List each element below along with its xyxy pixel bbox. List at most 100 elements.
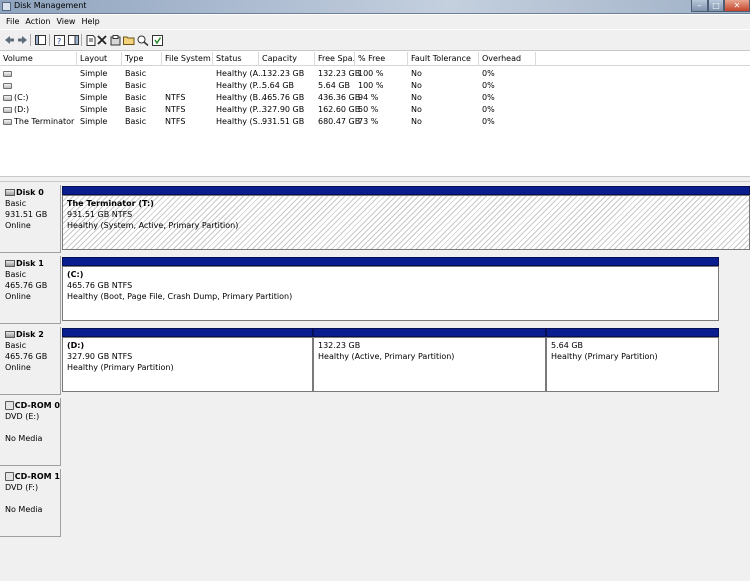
partition-name: (C:) xyxy=(67,270,84,279)
delete-icon[interactable] xyxy=(96,34,108,46)
partition[interactable]: The Terminator (T:) 931.51 GB NTFS Healt… xyxy=(62,186,750,250)
cell-volume: (D:) xyxy=(14,105,30,114)
disk-size: 465.76 GB xyxy=(5,352,48,361)
cell-capacity: 5.64 GB xyxy=(262,81,295,90)
back-icon[interactable] xyxy=(3,34,15,46)
disk-management-icon xyxy=(2,2,11,11)
table-row[interactable]: Simple Basic Healthy (P... 5.64 GB 5.64 … xyxy=(0,80,750,92)
help-icon[interactable]: ? xyxy=(53,34,65,46)
table-row[interactable]: The Terminator (T:) Simple Basic NTFS He… xyxy=(0,116,750,128)
minimize-button[interactable]: – xyxy=(691,0,708,12)
explore-icon[interactable] xyxy=(137,34,149,46)
column-header-overhead[interactable]: Overhead xyxy=(479,52,536,66)
cdrom-label[interactable]: CD-ROM 0 DVD (E:) No Media xyxy=(0,398,61,466)
cdrom-row: CD-ROM 0 DVD (E:) No Media xyxy=(0,398,750,466)
table-row[interactable]: (C:) Simple Basic NTFS Healthy (B... 465… xyxy=(0,92,750,104)
cell-status: Healthy (P... xyxy=(216,105,264,114)
column-header-type[interactable]: Type xyxy=(122,52,162,66)
cell-status: Healthy (B... xyxy=(216,93,266,102)
partition-size: 931.51 GB NTFS xyxy=(67,210,133,219)
settings-icon[interactable] xyxy=(109,34,121,46)
disk-name: Disk 2 xyxy=(16,330,44,339)
menu-file[interactable]: File xyxy=(3,15,22,29)
menu-view[interactable]: View xyxy=(53,15,78,29)
partition-status: Healthy (Active, Primary Partition) xyxy=(318,352,455,361)
partition[interactable]: 5.64 GB Healthy (Primary Partition) xyxy=(546,328,719,392)
column-header-capacity[interactable]: Capacity xyxy=(259,52,315,66)
cell-capacity: 327.90 GB xyxy=(262,105,305,114)
cell-capacity: 132.23 GB xyxy=(262,69,305,78)
cell-fault-tolerance: No xyxy=(411,93,422,102)
partition-header-bar xyxy=(546,328,719,337)
table-row[interactable]: (D:) Simple Basic NTFS Healthy (P... 327… xyxy=(0,104,750,116)
window-title: Disk Management xyxy=(14,1,87,10)
cell-layout: Simple xyxy=(80,93,108,102)
partition-header-bar xyxy=(313,328,546,337)
maximize-button[interactable]: □ xyxy=(708,0,724,12)
cell-file-system: NTFS xyxy=(165,117,186,126)
cell-capacity: 931.51 GB xyxy=(262,117,305,126)
cdrom-name: CD-ROM 1 xyxy=(14,472,60,481)
disk-type: Basic xyxy=(5,270,27,279)
show-hide-console-tree-icon[interactable] xyxy=(34,34,46,46)
cell-layout: Simple xyxy=(80,69,108,78)
cdrom-drive: DVD (E:) xyxy=(5,412,40,421)
cell-file-system: NTFS xyxy=(165,93,186,102)
cell-type: Basic xyxy=(125,69,147,78)
cell-overhead: 0% xyxy=(482,81,495,90)
menu-action[interactable]: Action xyxy=(22,15,53,29)
cell-free-space: 5.64 GB xyxy=(318,81,351,90)
disk-size: 931.51 GB xyxy=(5,210,48,219)
toolbar: ? xyxy=(0,30,750,51)
disk-name: Disk 1 xyxy=(16,259,44,268)
cdrom-drive: DVD (F:) xyxy=(5,483,39,492)
partition[interactable]: (C:) 465.76 GB NTFS Healthy (Boot, Page … xyxy=(62,257,719,321)
cell-percent-free: 100 % xyxy=(358,81,384,90)
column-header-status[interactable]: Status xyxy=(213,52,259,66)
cell-free-space: 436.36 GB xyxy=(318,93,361,102)
disk-view: Disk 0 Basic 931.51 GB Online The Termin… xyxy=(0,182,750,581)
cdrom-label[interactable]: CD-ROM 1 DVD (F:) No Media xyxy=(0,469,61,537)
cell-free-space: 132.23 GB xyxy=(318,69,361,78)
column-header-free-space[interactable]: Free Spa... xyxy=(315,52,355,66)
partition-box: The Terminator (T:) 931.51 GB NTFS Healt… xyxy=(62,195,750,250)
disk-label[interactable]: Disk 1 Basic 465.76 GB Online xyxy=(0,256,61,324)
cell-percent-free: 50 % xyxy=(358,105,379,114)
partition-size: 132.23 GB xyxy=(318,341,361,350)
cell-status: Healthy (P... xyxy=(216,81,264,90)
partition-status: Healthy (Primary Partition) xyxy=(551,352,658,361)
disk-size: 465.76 GB xyxy=(5,281,48,290)
column-header-percent-free[interactable]: % Free xyxy=(355,52,408,66)
disk-row: Disk 0 Basic 931.51 GB Online The Termin… xyxy=(0,185,750,253)
forward-icon[interactable] xyxy=(16,34,28,46)
menu-help[interactable]: Help xyxy=(78,15,102,29)
cell-percent-free: 73 % xyxy=(358,117,379,126)
volume-icon xyxy=(3,119,12,125)
cdrom-row: CD-ROM 1 DVD (F:) No Media xyxy=(0,469,750,537)
refresh-icon[interactable] xyxy=(151,34,163,46)
column-header-volume[interactable]: Volume xyxy=(0,52,77,66)
show-hide-action-pane-icon[interactable] xyxy=(67,34,79,46)
partition-header-bar xyxy=(62,257,719,266)
volume-icon xyxy=(3,107,12,113)
column-header-layout[interactable]: Layout xyxy=(77,52,122,66)
close-button[interactable]: ✕ xyxy=(724,0,750,12)
partition-box: 5.64 GB Healthy (Primary Partition) xyxy=(546,337,719,392)
toolbar-separator xyxy=(30,34,31,46)
partition[interactable]: (D:) 327.90 GB NTFS Healthy (Primary Par… xyxy=(62,328,313,392)
partition-box: (D:) 327.90 GB NTFS Healthy (Primary Par… xyxy=(62,337,313,392)
cell-layout: Simple xyxy=(80,105,108,114)
column-header-file-system[interactable]: File System xyxy=(162,52,213,66)
cell-capacity: 465.76 GB xyxy=(262,93,305,102)
disk-label[interactable]: Disk 0 Basic 931.51 GB Online xyxy=(0,185,61,253)
column-header-fault-tolerance[interactable]: Fault Tolerance xyxy=(408,52,479,66)
volume-list-header: Volume Layout Type File System Status Ca… xyxy=(0,52,750,66)
partition[interactable]: 132.23 GB Healthy (Active, Primary Parti… xyxy=(313,328,546,392)
table-row[interactable]: Simple Basic Healthy (A... 132.23 GB 132… xyxy=(0,68,750,80)
cell-type: Basic xyxy=(125,105,147,114)
disk-label[interactable]: Disk 2 Basic 465.76 GB Online xyxy=(0,327,61,395)
disk-partitions: (C:) 465.76 GB NTFS Healthy (Boot, Page … xyxy=(62,256,750,324)
cell-file-system: NTFS xyxy=(165,105,186,114)
open-icon[interactable] xyxy=(123,34,135,46)
cdrom-media: No Media xyxy=(5,434,43,443)
